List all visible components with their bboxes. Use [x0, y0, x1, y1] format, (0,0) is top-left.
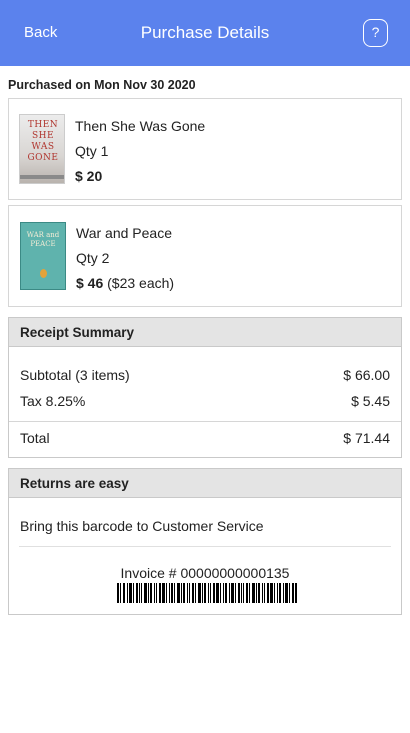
book-cover-title: THEN SHE WAS GONE: [27, 120, 59, 163]
subtotal-value: $ 66.00: [343, 367, 390, 383]
subtotal-row: Subtotal (3 items) $ 66.00: [20, 367, 390, 383]
book-cover-image: WAR and PEACE: [20, 222, 66, 290]
total-value: $ 71.44: [343, 430, 390, 446]
help-button[interactable]: ?: [363, 19, 388, 47]
purchase-date: Purchased on Mon Nov 30 2020: [8, 78, 196, 92]
receipt-summary: Receipt Summary Subtotal (3 items) $ 66.…: [8, 317, 402, 458]
item-quantity: Qty 2: [76, 250, 110, 266]
tax-value: $ 5.45: [351, 393, 390, 409]
returns-heading: Returns are easy: [9, 469, 401, 498]
app-header: Back Purchase Details ?: [0, 0, 410, 66]
subtotal-label: Subtotal (3 items): [20, 367, 130, 383]
receipt-summary-heading: Receipt Summary: [9, 318, 401, 347]
divider: [9, 421, 401, 422]
returns-section: Returns are easy Bring this barcode to C…: [8, 468, 402, 615]
divider: [19, 546, 391, 547]
tax-row: Tax 8.25% $ 5.45: [20, 393, 390, 409]
book-cover-emblem: [40, 269, 47, 278]
total-label: Total: [20, 430, 50, 446]
page-title: Purchase Details: [140, 23, 270, 42]
item-price: $ 46: [76, 275, 104, 291]
item-price-line: $ 46 ($23 each): [76, 275, 174, 291]
book-cover-strip: [20, 175, 64, 179]
book-cover-title: WAR and PEACE: [26, 231, 60, 248]
barcode-image: [117, 583, 297, 603]
help-icon: ?: [371, 24, 380, 40]
item-unit-price: ($23 each): [107, 275, 175, 291]
purchase-item[interactable]: WAR and PEACE War and Peace Qty 2 $ 46 (…: [8, 205, 402, 307]
item-price: $ 20: [75, 168, 103, 184]
item-title: Then She Was Gone: [75, 118, 206, 134]
item-quantity: Qty 1: [75, 143, 109, 159]
invoice-number: Invoice # 00000000000135: [120, 565, 290, 581]
book-cover-image: THEN SHE WAS GONE: [19, 114, 65, 184]
returns-instruction: Bring this barcode to Customer Service: [20, 518, 264, 534]
total-row: Total $ 71.44: [20, 430, 390, 446]
tax-label: Tax 8.25%: [20, 393, 86, 409]
item-title: War and Peace: [76, 225, 172, 241]
purchase-item[interactable]: THEN SHE WAS GONE Then She Was Gone Qty …: [8, 98, 402, 200]
